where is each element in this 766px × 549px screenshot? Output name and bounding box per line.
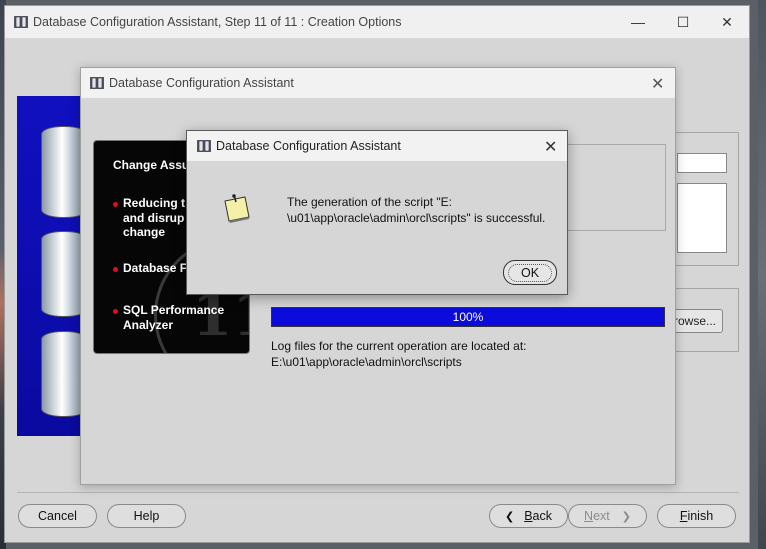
close-icon[interactable]: ✕ xyxy=(544,137,557,157)
close-window-button[interactable]: ✕ xyxy=(704,10,750,34)
message-text-line: \u01\app\oracle\admin\orcl\scripts" is s… xyxy=(287,211,546,225)
database-cylinder-icon xyxy=(41,331,81,417)
note-info-icon xyxy=(224,194,250,223)
database-cylinder-icon xyxy=(41,231,81,317)
main-window-title: Database Configuration Assistant, Step 1… xyxy=(33,15,402,29)
progress-dialog-title: Database Configuration Assistant xyxy=(109,76,294,90)
message-text-line: The generation of the script "E: xyxy=(287,195,453,209)
cancel-button[interactable]: Cancel xyxy=(18,504,97,528)
options-textarea[interactable] xyxy=(677,183,727,253)
progress-percent-label: 100% xyxy=(452,310,484,324)
database-app-icon xyxy=(14,16,28,28)
back-button-label: Back xyxy=(524,509,552,523)
bullet-icon xyxy=(113,202,118,207)
button-bar-separator xyxy=(17,492,739,493)
finish-button[interactable]: Finish xyxy=(657,504,736,528)
cancel-button-label: Cancel xyxy=(38,509,77,523)
main-titlebar[interactable]: Database Configuration Assistant, Step 1… xyxy=(5,6,749,38)
database-cylinder-icon xyxy=(41,126,81,218)
bullet-icon xyxy=(113,267,118,272)
banner-item-line: change xyxy=(123,225,166,239)
next-button-label: Next xyxy=(584,509,610,523)
ok-button[interactable]: OK xyxy=(503,260,557,285)
banner-item-line: Database F xyxy=(123,261,188,275)
minimize-button[interactable]: — xyxy=(615,10,661,34)
log-location-label: Log files for the current operation are … xyxy=(271,339,527,353)
banner-item: Database F xyxy=(123,261,187,276)
banner-item-line: and disrup xyxy=(123,210,185,225)
options-text-input[interactable] xyxy=(677,153,727,173)
banner-item: Reducing t and disrup change xyxy=(123,196,185,240)
message-dialog-title: Database Configuration Assistant xyxy=(216,139,401,153)
banner-item-line: Reducing t xyxy=(123,196,185,210)
banner-item-line: Analyzer xyxy=(123,317,174,332)
database-app-icon xyxy=(197,140,211,152)
bullet-icon xyxy=(113,309,118,314)
database-app-icon xyxy=(90,77,104,89)
banner-item-line: SQL Performance xyxy=(123,303,225,317)
banner-item: SQL Performance Analyzer xyxy=(123,303,224,332)
finish-button-label: Finish xyxy=(679,509,714,523)
back-button[interactable]: ❮ Back xyxy=(489,504,568,528)
maximize-button[interactable]: ☐ xyxy=(660,10,706,34)
banner-heading: Change Assu xyxy=(113,158,190,172)
log-location-path: E:\u01\app\oracle\admin\orcl\scripts xyxy=(271,355,462,369)
next-arrow-icon: ❯ xyxy=(621,510,631,523)
message-dialog: Database Configuration Assistant ✕ The g… xyxy=(186,130,568,295)
next-button[interactable]: Next ❯ xyxy=(568,504,647,528)
help-button[interactable]: Help xyxy=(107,504,186,528)
desktop-background-right xyxy=(758,0,766,549)
wizard-database-illustration xyxy=(17,96,81,436)
close-icon[interactable]: ✕ xyxy=(651,74,664,94)
progress-dialog-titlebar[interactable]: Database Configuration Assistant ✕ xyxy=(81,68,675,98)
help-button-label: Help xyxy=(133,509,160,523)
message-dialog-titlebar[interactable]: Database Configuration Assistant ✕ xyxy=(187,131,567,161)
back-arrow-icon: ❮ xyxy=(504,510,515,523)
ok-button-label: OK xyxy=(507,263,553,282)
progress-bar: 100% xyxy=(271,307,665,327)
